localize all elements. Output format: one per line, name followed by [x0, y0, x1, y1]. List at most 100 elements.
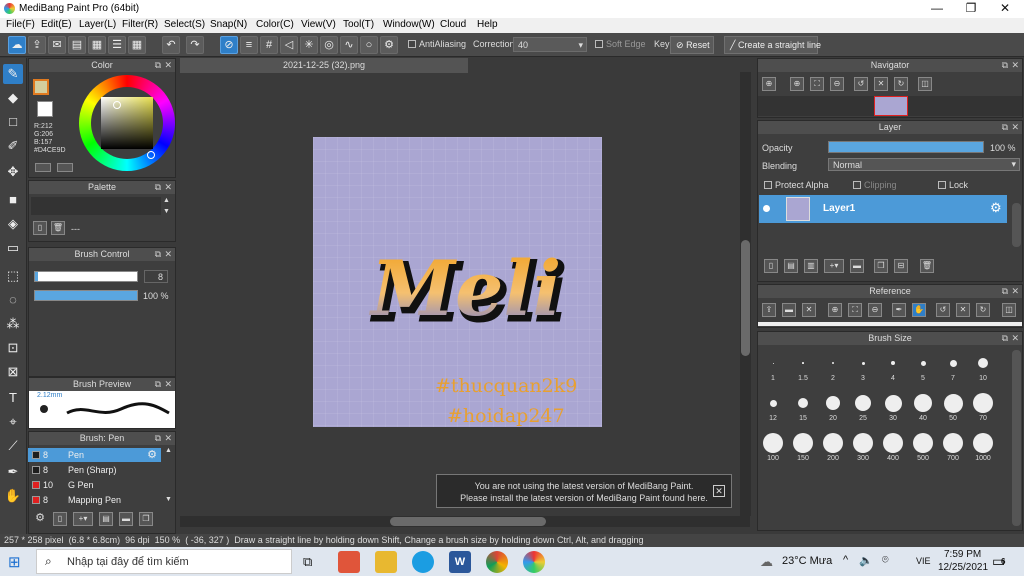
brush-size-option[interactable]: 200 — [818, 432, 848, 463]
brush-size-option[interactable]: 1000 — [968, 432, 998, 463]
color-picker-handle[interactable] — [113, 101, 121, 109]
menu-color[interactable]: Color(C) — [256, 19, 294, 30]
scroll-up-icon[interactable]: ▲ — [163, 197, 170, 204]
popout-icon[interactable]: ⧉ — [1002, 285, 1008, 298]
speaker-icon[interactable]: 🔈 — [859, 554, 873, 567]
grid-icon[interactable]: ▦ — [128, 36, 146, 54]
brush-size-option[interactable]: 700 — [938, 432, 968, 463]
soft-edge-checkbox[interactable]: Soft Edge — [595, 39, 646, 49]
gradient-tool-icon[interactable]: ▭ — [3, 238, 23, 258]
brush-item-mapping-pen[interactable]: 8 Mapping Pen — [28, 493, 161, 507]
brush-size-option[interactable]: 500 — [908, 432, 938, 463]
menu-filter[interactable]: Filter(R) — [122, 19, 158, 30]
new-layer-icon[interactable]: ▯ — [764, 259, 778, 273]
redo-icon[interactable]: ↷ — [186, 36, 204, 54]
brush-size-option[interactable]: 12 — [758, 392, 788, 423]
document-tab[interactable]: 2021-12-25 (32).png — [180, 58, 468, 73]
scroll-down-icon[interactable]: ▼ — [163, 208, 170, 215]
merge-layer-icon[interactable]: ⊟ — [894, 259, 908, 273]
chat-icon[interactable]: ▤ — [68, 36, 86, 54]
upload-icon[interactable]: ⇪ — [28, 36, 46, 54]
duplicate-icon[interactable]: ❐ — [139, 512, 153, 526]
layer-row[interactable]: Layer1 ⚙ — [759, 195, 1007, 223]
text-tool-icon[interactable]: T — [3, 388, 23, 408]
hand-icon[interactable]: ✋ — [912, 303, 926, 317]
clock-time[interactable]: 7:59 PM — [944, 549, 981, 560]
add-brush-icon[interactable]: +▾ — [73, 512, 93, 526]
paint-app-icon[interactable] — [338, 551, 360, 573]
list-icon[interactable]: ☰ — [108, 36, 126, 54]
scroll-up-icon[interactable]: ▲ — [165, 447, 172, 454]
navigator-preview[interactable] — [758, 96, 1022, 116]
brush-size-option[interactable]: 40 — [908, 392, 938, 423]
close-icon[interactable]: ✕ — [802, 303, 816, 317]
brush-size-option[interactable]: 5 — [908, 352, 938, 383]
brush-size-option[interactable]: 300 — [848, 432, 878, 463]
brush-size-option[interactable]: 4 — [878, 352, 908, 383]
undo-icon[interactable]: ↶ — [162, 36, 180, 54]
add-layer-menu-icon[interactable]: +▾ — [824, 259, 844, 273]
update-notice[interactable]: You are not using the latest version of … — [436, 474, 732, 508]
canvas-hscroll[interactable] — [180, 516, 750, 527]
network-icon[interactable]: ⌾ — [882, 554, 889, 567]
new-palette-icon[interactable]: ▯ — [33, 221, 47, 235]
close-icon[interactable]: ✕ — [164, 378, 172, 391]
grid-snap-icon[interactable]: # — [260, 36, 278, 54]
rotate-right-icon[interactable]: ↻ — [976, 303, 990, 317]
layer-scrollbar[interactable] — [1012, 203, 1021, 247]
eyedropper-tool-icon[interactable]: ✒ — [3, 462, 23, 482]
menu-edit[interactable]: Edit(E) — [41, 19, 72, 30]
maximize-button[interactable]: ❐ — [954, 0, 988, 18]
bucket-tool-icon[interactable]: ◈ — [3, 214, 23, 234]
word-icon[interactable]: W — [449, 551, 471, 573]
eye-icon[interactable] — [763, 205, 770, 212]
brush-opacity-slider[interactable] — [34, 290, 138, 301]
antialiasing-checkbox[interactable]: AntiAliasing — [408, 39, 466, 49]
task-view-icon[interactable]: ⧉ — [303, 554, 312, 570]
operation-tool-icon[interactable]: ⌖ — [3, 412, 23, 432]
trash-icon[interactable]: 🗑 — [51, 221, 65, 235]
close-icon[interactable]: ✕ — [1011, 121, 1019, 134]
medibang-taskbar-icon[interactable] — [523, 551, 545, 573]
language-indicator[interactable]: VIE — [916, 556, 931, 566]
menu-layer[interactable]: Layer(L) — [79, 19, 116, 30]
correction-select[interactable]: 40 ▾ — [513, 37, 587, 52]
brush-size-option[interactable]: 2 — [818, 352, 848, 383]
lock-checkbox[interactable]: Lock — [938, 180, 968, 190]
brush-settings-icon[interactable]: ⚙ — [33, 512, 47, 526]
mirror-icon[interactable]: ◫ — [918, 77, 932, 91]
curve-snap-icon[interactable]: ∿ — [340, 36, 358, 54]
brush-size-option[interactable]: 1 — [758, 352, 788, 383]
snap-off-icon[interactable]: ⊘ — [220, 36, 238, 54]
popout-icon[interactable]: ⧉ — [155, 59, 161, 72]
fit-icon[interactable]: ⛶ — [810, 77, 824, 91]
chevron-up-icon[interactable]: ^ — [843, 554, 848, 566]
palette-swatches[interactable] — [31, 197, 161, 215]
popout-icon[interactable]: ⧉ — [155, 248, 161, 261]
smudge-tool-icon[interactable]: ✐ — [3, 136, 23, 156]
hue-wheel[interactable] — [79, 75, 175, 171]
page-icon[interactable]: ▦ — [88, 36, 106, 54]
brush-size-option[interactable]: 15 — [788, 392, 818, 423]
reset-button[interactable]: ⊘ Reset — [670, 36, 714, 54]
scroll-down-icon[interactable]: ▼ — [165, 496, 172, 503]
new-brush-icon[interactable]: ▯ — [53, 512, 67, 526]
trash-icon[interactable]: 🗑 — [920, 259, 934, 273]
popout-icon[interactable]: ⧉ — [155, 181, 161, 194]
brush-size-option[interactable]: 100 — [758, 432, 788, 463]
open-icon[interactable]: ▬ — [782, 303, 796, 317]
fill-rect-tool-icon[interactable]: ■ — [3, 190, 23, 210]
secondary-color-swatch[interactable] — [37, 101, 53, 117]
lasso-tool-icon[interactable]: ◌ — [3, 290, 23, 310]
artboard[interactable]: Meli Meli #thucquan2k9 #hoidap247 — [313, 137, 602, 427]
navigator-viewport[interactable] — [874, 96, 908, 116]
gear-icon[interactable]: ⚙ — [990, 200, 1002, 216]
brush-size-option[interactable]: 25 — [848, 392, 878, 423]
close-icon[interactable]: ✕ — [164, 432, 172, 445]
zoom-in-icon[interactable]: ⊕ — [762, 77, 776, 91]
close-notice-icon[interactable]: ✕ — [713, 485, 725, 497]
menu-tool[interactable]: Tool(T) — [343, 19, 374, 30]
radial-snap-icon[interactable]: ✳ — [300, 36, 318, 54]
flip-icon[interactable]: ✕ — [874, 77, 888, 91]
brush-size-option[interactable]: 7 — [938, 352, 968, 383]
